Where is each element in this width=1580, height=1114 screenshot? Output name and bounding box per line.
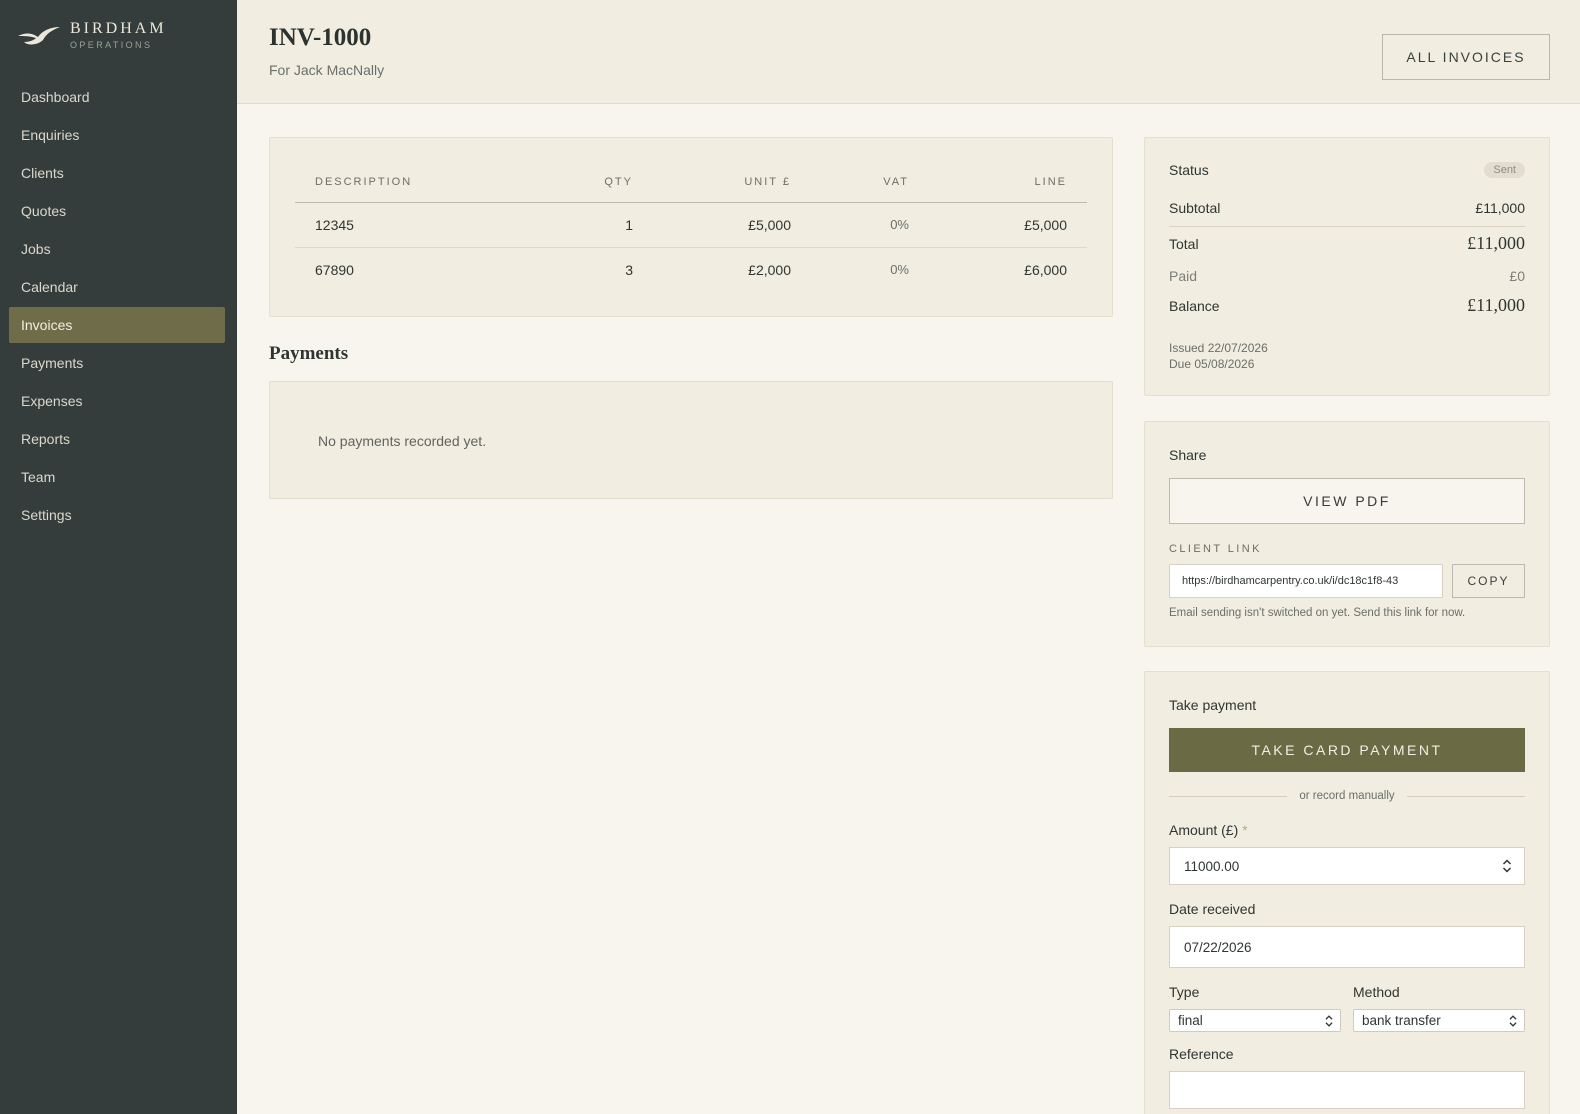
take-card-payment-button[interactable]: TAKE CARD PAYMENT xyxy=(1169,728,1525,772)
column-header-line: LINE xyxy=(929,162,1087,203)
page-header: INV-1000 For Jack MacNally ALL INVOICES xyxy=(237,0,1580,104)
or-record-manually-text: or record manually xyxy=(1299,790,1395,802)
sidebar-item-settings[interactable]: Settings xyxy=(9,497,225,533)
sidebar-item-clients[interactable]: Clients xyxy=(9,155,225,191)
date-received-label: Date received xyxy=(1169,901,1256,917)
balance-label: Balance xyxy=(1169,297,1220,314)
sidebar-item-invoices[interactable]: Invoices xyxy=(9,307,225,343)
method-label: Method xyxy=(1353,984,1400,1000)
sidebar-item-payments[interactable]: Payments xyxy=(9,345,225,381)
payments-empty-message: No payments recorded yet. xyxy=(318,433,487,449)
email-note: Email sending isn't switched on yet. Sen… xyxy=(1169,607,1466,619)
method-selected-value: bank transfer xyxy=(1362,1013,1441,1028)
reference-label: Reference xyxy=(1169,1046,1234,1062)
cell-line-total: £6,000 xyxy=(1024,261,1067,278)
column-header-description: DESCRIPTION xyxy=(295,162,529,203)
status-badge: Sent xyxy=(1484,162,1525,178)
column-header-qty: QTY xyxy=(529,162,653,203)
cell-qty: 3 xyxy=(625,261,633,278)
line-items-card: DESCRIPTION QTY UNIT £ VAT LINE 12345 1 … xyxy=(269,137,1113,317)
invoice-summary-card: Status Sent Subtotal £11,000 Total £11,0… xyxy=(1144,137,1550,396)
cell-qty: 1 xyxy=(529,202,653,248)
payments-card: No payments recorded yet. xyxy=(269,381,1113,499)
type-select[interactable]: final xyxy=(1169,1009,1341,1032)
status-label: Status xyxy=(1169,162,1209,178)
subtotal-label: Subtotal xyxy=(1169,200,1221,216)
table-header-row: DESCRIPTION QTY UNIT £ VAT LINE xyxy=(295,162,1087,203)
share-heading: Share xyxy=(1169,447,1207,463)
amount-value: 11000.00 xyxy=(1184,858,1240,874)
client-link-input[interactable]: https://birdhamcarpentry.co.uk/i/dc18c1f… xyxy=(1169,564,1443,598)
payments-heading: Payments xyxy=(269,343,349,364)
sidebar-item-calendar[interactable]: Calendar xyxy=(9,269,225,305)
date-received-value: 07/22/2026 xyxy=(1184,939,1252,955)
cell-unit: £5,000 xyxy=(653,202,811,248)
subtotal-value: £11,000 xyxy=(1475,200,1525,216)
method-select[interactable]: bank transfer xyxy=(1353,1009,1525,1032)
sidebar: BIRDHAM OPERATIONS Dashboard Enquiries C… xyxy=(0,0,237,1114)
share-card: Share VIEW PDF CLIENT LINK https://birdh… xyxy=(1144,421,1550,647)
cell-line-total: £5,000 xyxy=(929,202,1087,248)
sidebar-item-jobs[interactable]: Jobs xyxy=(9,231,225,267)
view-pdf-button[interactable]: VIEW PDF xyxy=(1169,478,1525,524)
total-row: Total £11,000 xyxy=(1169,233,1525,254)
or-divider: or record manually xyxy=(1169,788,1526,804)
brand-name: BIRDHAM xyxy=(70,20,167,37)
line-items-table: DESCRIPTION QTY UNIT £ VAT LINE 12345 1 … xyxy=(295,162,1087,292)
bird-logo-icon xyxy=(18,27,60,45)
total-value: £11,000 xyxy=(1467,233,1525,253)
take-payment-card: Take payment TAKE CARD PAYMENT or record… xyxy=(1144,671,1550,1114)
required-marker: * xyxy=(1242,822,1248,838)
client-link-label: CLIENT LINK xyxy=(1169,543,1262,555)
sidebar-item-quotes[interactable]: Quotes xyxy=(9,193,225,229)
total-label: Total xyxy=(1169,235,1199,252)
table-row: 67890 3 £2,000 0% £6,000 xyxy=(295,247,1087,292)
brand[interactable]: BIRDHAM OPERATIONS xyxy=(16,20,167,50)
sidebar-item-dashboard[interactable]: Dashboard xyxy=(9,79,225,115)
brand-subtitle: OPERATIONS xyxy=(70,40,153,50)
number-stepper-icon[interactable] xyxy=(1502,858,1512,874)
type-selected-value: final xyxy=(1178,1013,1203,1028)
amount-input[interactable]: 11000.00 xyxy=(1169,847,1525,885)
take-payment-heading: Take payment xyxy=(1169,697,1257,713)
table-row: 12345 1 £5,000 0% £5,000 xyxy=(295,202,1087,248)
summary-divider xyxy=(1169,226,1525,227)
cell-description: 12345 xyxy=(295,202,529,248)
type-label: Type xyxy=(1169,984,1200,1000)
subtotal-row: Subtotal £11,000 xyxy=(1169,200,1525,216)
cell-description: 67890 xyxy=(315,261,354,278)
due-date: Due 05/08/2026 xyxy=(1169,357,1255,371)
column-header-vat: VAT xyxy=(811,162,929,203)
amount-label-text: Amount (£) xyxy=(1169,822,1239,838)
column-header-unit: UNIT £ xyxy=(653,162,811,203)
balance-row: Balance £11,000 xyxy=(1169,295,1525,316)
all-invoices-button[interactable]: ALL INVOICES xyxy=(1382,34,1550,80)
paid-value: £0 xyxy=(1509,268,1525,284)
amount-label: Amount (£) * xyxy=(1169,822,1248,838)
reference-input[interactable] xyxy=(1169,1071,1525,1109)
select-chevron-icon xyxy=(1325,1014,1333,1027)
status-row: Status Sent xyxy=(1169,162,1525,178)
issued-date: Issued 22/07/2026 xyxy=(1169,341,1268,355)
invoice-dates: Issued 22/07/2026 Due 05/08/2026 xyxy=(1169,340,1268,372)
cell-vat: 0% xyxy=(890,262,909,278)
sidebar-nav: Dashboard Enquiries Clients Quotes Jobs … xyxy=(9,79,225,535)
select-chevron-icon xyxy=(1509,1014,1517,1027)
sidebar-item-expenses[interactable]: Expenses xyxy=(9,383,225,419)
page-title: INV-1000 xyxy=(269,24,372,51)
sidebar-item-enquiries[interactable]: Enquiries xyxy=(9,117,225,153)
cell-vat: 0% xyxy=(811,202,929,248)
date-received-input[interactable]: 07/22/2026 xyxy=(1169,926,1525,968)
balance-value: £11,000 xyxy=(1467,295,1525,315)
page-subtitle: For Jack MacNally xyxy=(269,62,385,78)
paid-row: Paid £0 xyxy=(1169,268,1525,284)
paid-label: Paid xyxy=(1169,268,1198,284)
cell-unit: £2,000 xyxy=(748,261,791,278)
copy-link-button[interactable]: COPY xyxy=(1452,564,1525,598)
sidebar-item-reports[interactable]: Reports xyxy=(9,421,225,457)
sidebar-item-team[interactable]: Team xyxy=(9,459,225,495)
